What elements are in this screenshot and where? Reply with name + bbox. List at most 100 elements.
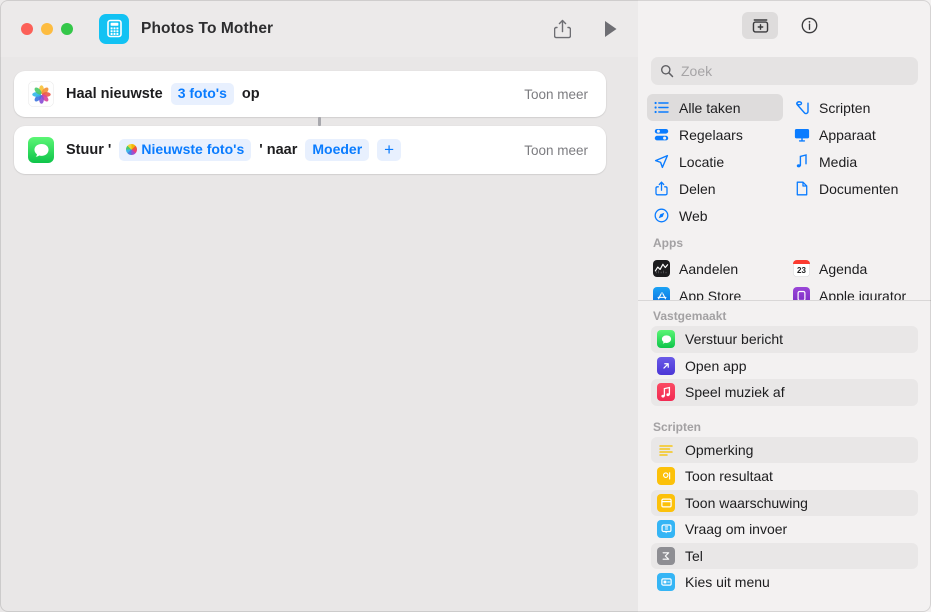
messages-app-icon: [657, 330, 675, 348]
traffic-lights[interactable]: [21, 23, 73, 35]
list-item-tel[interactable]: Tel: [651, 543, 918, 570]
sidebar-item-documenten[interactable]: Documenten: [787, 175, 923, 202]
category-grid: Alle taken Scripten: [647, 94, 923, 229]
sidebar-item-locatie[interactable]: Locatie: [647, 148, 783, 175]
sidebar-item-media[interactable]: Media: [787, 148, 923, 175]
search-placeholder: Zoek: [681, 63, 712, 79]
photos-variable-icon: [126, 144, 137, 155]
sidebar-item-label: Alle taken: [679, 100, 740, 116]
sidebar-item-alle-taken[interactable]: Alle taken: [647, 94, 783, 121]
display-icon: [793, 127, 810, 143]
window-title: Photos To Mother: [141, 20, 273, 38]
window-titlebar: Photos To Mother: [0, 0, 638, 57]
list-item-toon-resultaat[interactable]: Toon resultaat: [651, 463, 918, 490]
scroll-icon: [793, 100, 810, 116]
list-item-verstuur-bericht[interactable]: Verstuur bericht: [651, 326, 918, 353]
sidebar-item-label: Media: [819, 154, 857, 170]
sidebar-item-label: Web: [679, 208, 708, 224]
workflow-canvas: Haal nieuwste 3 foto's op Toon meer Stuu…: [0, 57, 638, 612]
sidebar-app-label: Agenda: [819, 261, 867, 277]
sidebar-app-label: Aandelen: [679, 261, 738, 277]
list-item-open-app[interactable]: Open app: [651, 353, 918, 380]
share-up-icon: [653, 181, 670, 197]
sidebar-item-label: Delen: [679, 181, 716, 197]
list-item-label: Vraag om invoer: [685, 521, 787, 537]
list-bullet-icon: [653, 100, 670, 116]
apps-section-title: Apps: [653, 236, 683, 250]
list-item-label: Toon resultaat: [685, 468, 773, 484]
sidebar-item-label: Scripten: [819, 100, 870, 116]
list-item-label: Verstuur bericht: [685, 331, 783, 347]
show-result-icon: [657, 467, 675, 485]
sidebar-item-scripten[interactable]: Scripten: [787, 94, 923, 121]
parameter-chip-count[interactable]: 3 foto's: [171, 83, 234, 104]
comment-lines-icon: [657, 441, 675, 459]
action-text: Haal nieuwste: [66, 86, 163, 102]
parameter-chip-recipient[interactable]: Moeder: [305, 139, 369, 160]
sidebar-app-aandelen[interactable]: Aandelen: [647, 255, 783, 282]
sidebar-item-web[interactable]: Web: [647, 202, 783, 229]
list-item-speel-muziek-af[interactable]: Speel muziek af: [651, 379, 918, 406]
action-library-sidebar: Zoek Alle taken: [638, 0, 931, 612]
sliders-icon: [653, 127, 670, 143]
sidebar-item-label: Locatie: [679, 154, 724, 170]
sidebar-item-apparaat[interactable]: Apparaat: [787, 121, 923, 148]
sidebar-item-label: Regelaars: [679, 127, 743, 143]
location-arrow-icon: [653, 154, 670, 170]
parameter-chip-variable[interactable]: Nieuwste foto's: [119, 139, 251, 160]
music-note-icon: [793, 154, 810, 170]
editor-pane: Photos To Mother: [0, 0, 638, 612]
action-description: Stuur ' Nieuwste foto's ' naar Moeder +: [66, 139, 405, 161]
action-text: Stuur ': [66, 142, 111, 158]
calendar-app-icon: 23: [793, 260, 810, 277]
photos-app-icon: [28, 81, 54, 107]
list-item-kies-uit-menu[interactable]: Kies uit menu: [651, 569, 918, 596]
choose-menu-icon: [657, 573, 675, 591]
show-more-button[interactable]: Toon meer: [524, 87, 592, 102]
messages-app-icon: [28, 137, 54, 163]
list-item-label: Tel: [685, 548, 703, 564]
list-item-opmerking[interactable]: Opmerking: [651, 437, 918, 464]
open-app-icon: [657, 357, 675, 375]
music-app-icon: [657, 383, 675, 401]
play-icon[interactable]: [596, 15, 624, 43]
zoom-button[interactable]: [61, 23, 73, 35]
shortcuts-icon: [99, 14, 129, 44]
sidebar-item-label: Documenten: [819, 181, 898, 197]
share-icon[interactable]: [548, 15, 576, 43]
search-icon: [660, 64, 674, 78]
sidebar-item-delen[interactable]: Delen: [647, 175, 783, 202]
list-item-label: Speel muziek af: [685, 384, 785, 400]
stocks-app-icon: [653, 260, 670, 277]
scripts-section-title: Scripten: [638, 406, 931, 437]
list-item-label: Open app: [685, 358, 747, 374]
titlebar-actions: [548, 0, 624, 57]
safari-compass-icon: [653, 208, 670, 224]
show-more-button[interactable]: Toon meer: [524, 143, 592, 158]
search-input[interactable]: Zoek: [651, 57, 918, 85]
list-item-toon-waarschuwing[interactable]: Toon waarschuwing: [651, 490, 918, 517]
shortcuts-window: Photos To Mother: [0, 0, 931, 612]
pinned-section-title: Vastgemaakt: [638, 301, 931, 326]
action-description: Haal nieuwste 3 foto's op: [66, 83, 264, 104]
chip-label: Nieuwste foto's: [141, 141, 244, 157]
info-icon[interactable]: [791, 12, 827, 39]
action-connector: [318, 117, 321, 126]
sidebar-toolbar: [638, 0, 931, 50]
list-item-label: Kies uit menu: [685, 574, 770, 590]
sidebar-item-regelaars[interactable]: Regelaars: [647, 121, 783, 148]
sidebar-item-label: Apparaat: [819, 127, 876, 143]
pinned-and-scripts-panel: Vastgemaakt Verstuur bericht Open app: [638, 300, 931, 612]
action-card[interactable]: Stuur ' Nieuwste foto's ' naar Moeder + …: [14, 126, 606, 174]
list-item-vraag-om-invoer[interactable]: Vraag om invoer: [651, 516, 918, 543]
list-item-label: Toon waarschuwing: [685, 495, 808, 511]
action-card[interactable]: Haal nieuwste 3 foto's op Toon meer: [14, 71, 606, 117]
action-text: ' naar: [259, 142, 297, 158]
action-text: op: [242, 86, 260, 102]
list-item-label: Opmerking: [685, 442, 753, 458]
add-recipient-button[interactable]: +: [377, 139, 401, 161]
action-library-icon[interactable]: [742, 12, 778, 39]
sidebar-app-agenda[interactable]: 23 Agenda: [787, 255, 923, 282]
minimize-button[interactable]: [41, 23, 53, 35]
close-button[interactable]: [21, 23, 33, 35]
